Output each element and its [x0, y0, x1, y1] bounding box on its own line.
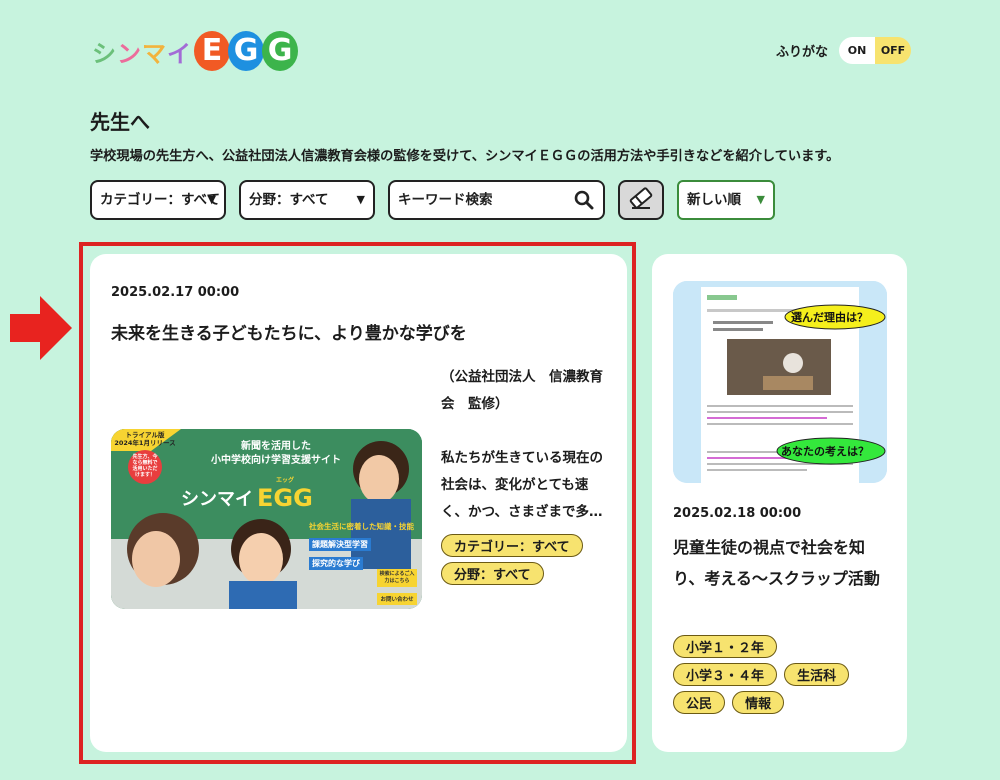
thumbnail-point: 課題解決型学習 — [309, 538, 371, 551]
article-thumbnail[interactable]: トライアル版 2024年1月リリース 先生方、今なら無料で活用いただけます！ 新… — [111, 429, 422, 609]
search-input[interactable] — [398, 182, 568, 218]
logo-char-1: シ — [92, 39, 117, 68]
article-card[interactable]: 選んだ理由は？ あなたの考えは？ 2025.02.18 00:00 児童生徒の視… — [652, 254, 907, 752]
tag[interactable]: 生活科 — [784, 663, 850, 686]
article-tags: 小学１・２年 小学３・４年 生活科 公民 情報 — [673, 635, 893, 719]
logo-egg-g1: G — [228, 31, 264, 71]
field-select-value: 分野：すべて — [249, 192, 329, 208]
category-select[interactable]: カテゴリー：すべて ▼ — [90, 180, 226, 220]
article-title[interactable]: 児童生徒の視点で社会を知り、考える〜スクラップ活動 — [673, 532, 888, 594]
thumbnail-ruby: エッグ — [276, 477, 295, 484]
logo-egg-e: E — [194, 31, 230, 71]
speech-bubble: 選んだ理由は？ — [791, 311, 868, 324]
chevron-down-icon: ▼ — [356, 193, 365, 206]
logo-egg: E G G — [194, 31, 298, 71]
thumbnail-button-2: お問い合わせ — [377, 593, 417, 605]
sort-select-value: 新しい順 — [687, 192, 741, 208]
eraser-icon — [628, 185, 654, 215]
tag[interactable]: カテゴリー：すべて — [441, 534, 583, 557]
tag[interactable]: 小学３・４年 — [673, 663, 778, 686]
article-excerpt: （公益社団法人 信濃教育会 監修） 私たちが生きている現在の社会は、変化がとても… — [441, 364, 609, 526]
red-arrow-pointer — [10, 296, 72, 364]
tag[interactable]: 情報 — [732, 691, 785, 714]
thumbnail-heading-1: 新聞を活用した — [241, 441, 311, 452]
keyword-search[interactable] — [388, 180, 605, 220]
article-date: 2025.02.18 00:00 — [673, 506, 802, 521]
page-title: 先生へ — [90, 110, 150, 134]
clear-filters-button[interactable] — [618, 180, 664, 220]
thumbnail-button-1: 検索によるご入力はこちら — [377, 569, 417, 587]
thumbnail-point: 社会生活に密着した知識・技能 — [309, 522, 414, 531]
site-logo[interactable]: シ ン マ イ E G G — [92, 30, 298, 72]
thumbnail-banner: トライアル版 2024年1月リリース — [114, 431, 176, 447]
sort-select[interactable]: 新しい順 ▼ — [677, 180, 775, 220]
article-card[interactable]: 2025.02.17 00:00 未来を生きる子どもたちに、より豊かな学びを ト… — [90, 254, 627, 752]
furigana-on-button[interactable]: ON — [839, 37, 876, 64]
furigana-label: ふりがな — [776, 45, 829, 60]
article-supervisor: （公益社団法人 信濃教育会 監修） — [441, 369, 603, 412]
article-summary: 私たちが生きている現在の社会は、変化がとても速く、かつ、さまざまで多… — [441, 450, 603, 520]
page-description: 学校現場の先生方へ、公益社団法人信濃教育会様の監修を受けて、シンマイＥＧＧの活用… — [90, 149, 840, 164]
furigana-toggle-group: ふりがな ON OFF — [776, 37, 912, 64]
logo-char-2: ン — [117, 39, 142, 68]
article-thumbnail[interactable]: 選んだ理由は？ あなたの考えは？ — [673, 281, 887, 483]
chevron-down-icon: ▼ — [207, 193, 216, 206]
furigana-off-button[interactable]: OFF — [875, 37, 912, 64]
thumbnail-heading-2: 小中学校向け学習支援サイト — [211, 455, 341, 466]
search-icon[interactable] — [574, 190, 594, 214]
thumbnail-logo-kana: シンマイ — [181, 489, 253, 510]
thumbnail-point: 探究的な学び — [309, 557, 363, 570]
thumbnail-points: 社会生活に密着した知識・技能 課題解決型学習 探究的な学び — [309, 521, 417, 570]
tag[interactable]: 小学１・２年 — [673, 635, 778, 658]
category-select-value: カテゴリー：すべて — [100, 192, 221, 208]
thumbnail-logo-egg: EGG — [257, 484, 313, 512]
article-tags: カテゴリー：すべて 分野：すべて — [441, 534, 611, 590]
tag[interactable]: 分野：すべて — [441, 562, 544, 585]
logo-char-4: イ — [167, 39, 192, 68]
furigana-toggle[interactable]: ON OFF — [839, 37, 912, 64]
logo-char-3: マ — [142, 39, 167, 68]
speech-bubble: あなたの考えは？ — [781, 445, 869, 458]
thumbnail-badge: 先生方、今なら無料で活用いただけます！ — [132, 454, 158, 478]
field-select[interactable]: 分野：すべて ▼ — [239, 180, 375, 220]
article-date: 2025.02.17 00:00 — [111, 285, 240, 300]
chevron-down-icon: ▼ — [756, 193, 765, 206]
logo-kana: シ ン マ イ — [92, 34, 192, 69]
article-title[interactable]: 未来を生きる子どもたちに、より豊かな学びを — [111, 319, 467, 344]
tag[interactable]: 公民 — [673, 691, 726, 714]
thumbnail-logo: シンマイ EGG — [181, 484, 313, 512]
logo-egg-g2: G — [262, 31, 298, 71]
